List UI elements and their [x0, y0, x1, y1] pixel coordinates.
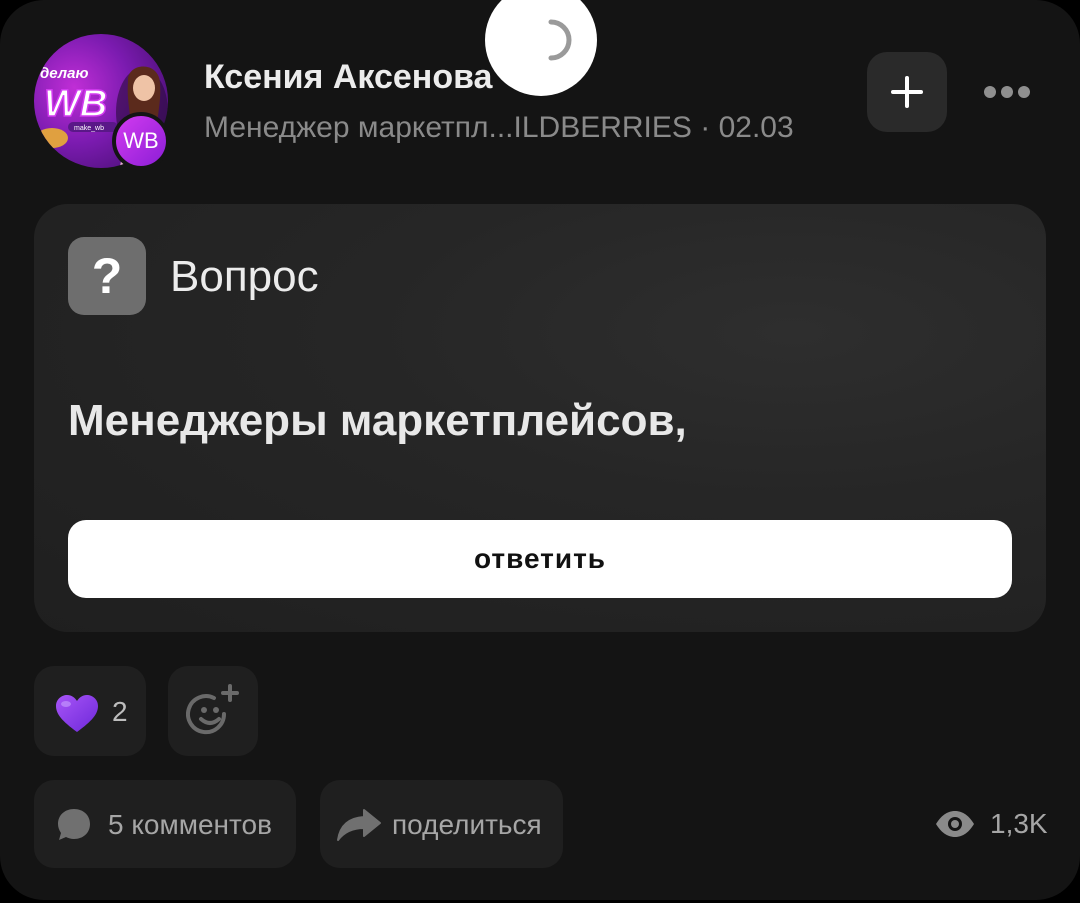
post-card: делаю WB make_wb WB Ксения Аксенова Мене…	[0, 0, 1080, 900]
spinner-icon	[548, 19, 572, 61]
share-arrow-icon	[337, 809, 381, 841]
heart-icon	[56, 695, 98, 732]
question-block: ? Вопрос Менеджеры маркетплейсов, ответи…	[34, 204, 1046, 632]
more-horizontal-icon	[984, 86, 1030, 98]
plus-icon	[891, 76, 923, 108]
answer-button-label: ответить	[473, 543, 607, 574]
wb-badge-label: WB	[123, 128, 159, 153]
share-label: поделиться	[392, 809, 542, 840]
question-text: Менеджеры маркетплейсов,	[68, 396, 687, 445]
question-mark-glyph: ?	[91, 248, 123, 304]
wb-badge: WB	[112, 112, 170, 170]
question-label: Вопрос	[170, 252, 319, 301]
add-emoji-icon	[186, 684, 239, 735]
add-reaction-button[interactable]	[168, 666, 258, 756]
more-button[interactable]	[972, 62, 1042, 122]
views-counter: 1,3K	[934, 806, 1048, 842]
like-reaction-button[interactable]: 2	[34, 666, 146, 756]
views-count: 1,3K	[990, 808, 1048, 839]
author-subtitle: Менеджер маркетпл...ILDBERRIES · 02.03	[204, 111, 794, 144]
like-count: 2	[112, 696, 128, 727]
author-name[interactable]: Ксения Аксенова	[204, 58, 492, 97]
loading-indicator	[485, 0, 597, 96]
svg-text:make_wb: make_wb	[74, 125, 104, 132]
eye-icon	[936, 811, 974, 837]
svg-text:WB: WB	[44, 83, 107, 125]
share-button[interactable]: поделиться	[320, 780, 563, 868]
answer-button[interactable]: ответить	[68, 520, 1012, 598]
comments-label: 5 комментов	[108, 809, 272, 840]
comment-icon	[58, 809, 90, 840]
comments-button[interactable]: 5 комментов	[34, 780, 296, 868]
add-button[interactable]	[867, 52, 947, 132]
question-mark-icon: ?	[68, 237, 146, 315]
svg-text:делаю: делаю	[40, 65, 88, 82]
